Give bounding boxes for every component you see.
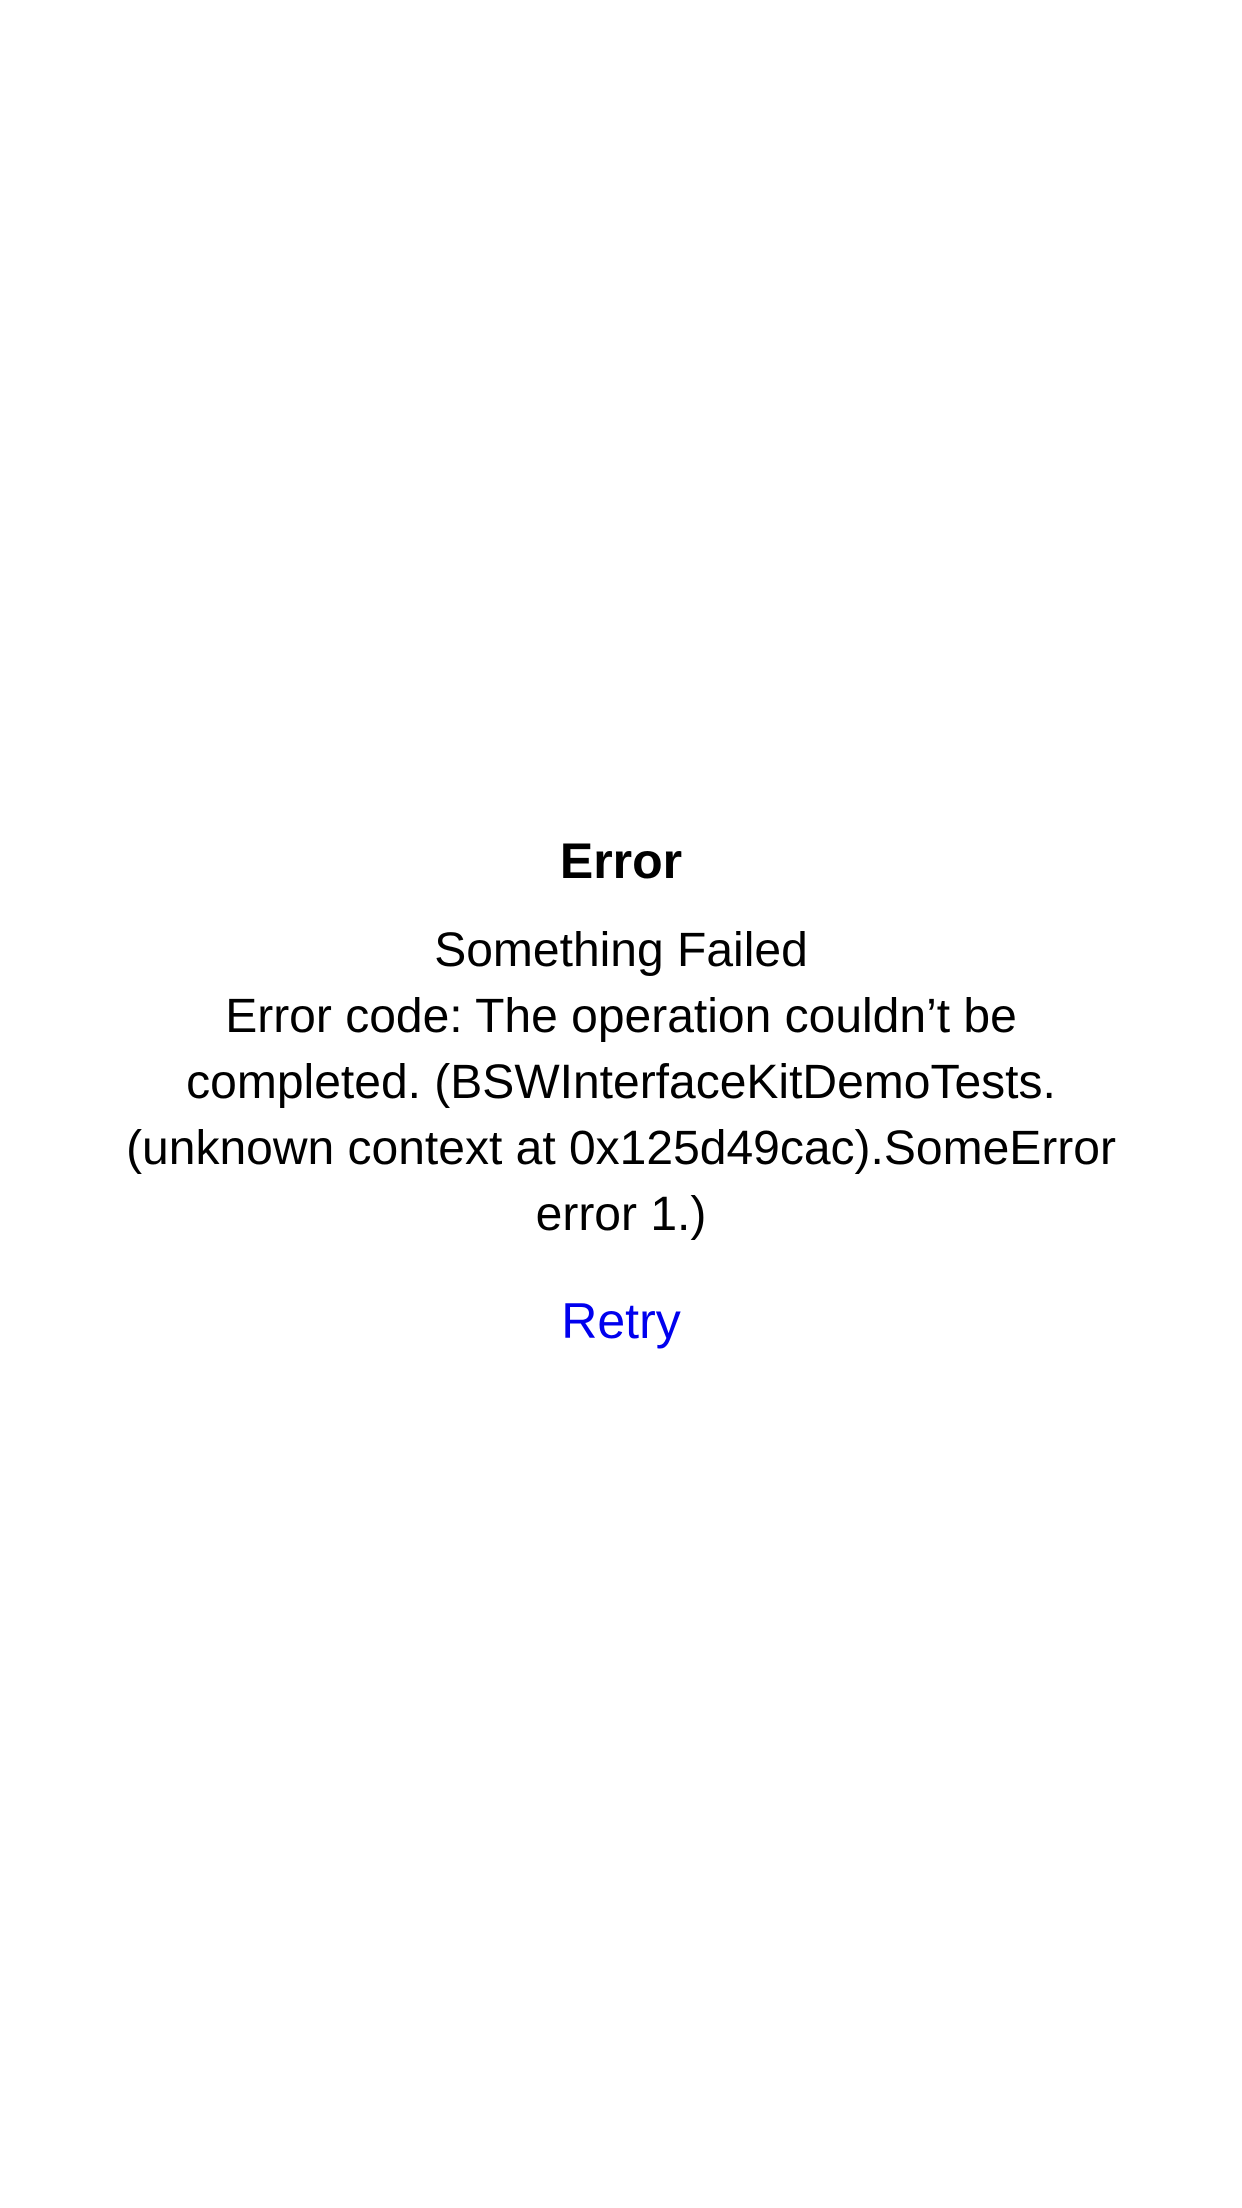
error-message-line: Something Failed	[434, 924, 808, 977]
retry-button[interactable]: Retry	[561, 1288, 680, 1354]
error-screen: Error Something Failed Error code: The o…	[0, 0, 1242, 2208]
error-message: Something Failed Error code: The operati…	[71, 918, 1171, 1248]
error-message-line: error 1.)	[535, 1188, 707, 1241]
error-message-line: (unknown context at 0x125d49cac).SomeErr…	[126, 1122, 1116, 1175]
error-message-line: completed. (BSWInterfaceKitDemoTests.	[186, 1056, 1056, 1109]
error-message-line: Error code: The operation couldn’t be	[225, 990, 1017, 1043]
error-view: Error Something Failed Error code: The o…	[0, 828, 1242, 1354]
error-title: Error	[559, 833, 683, 889]
